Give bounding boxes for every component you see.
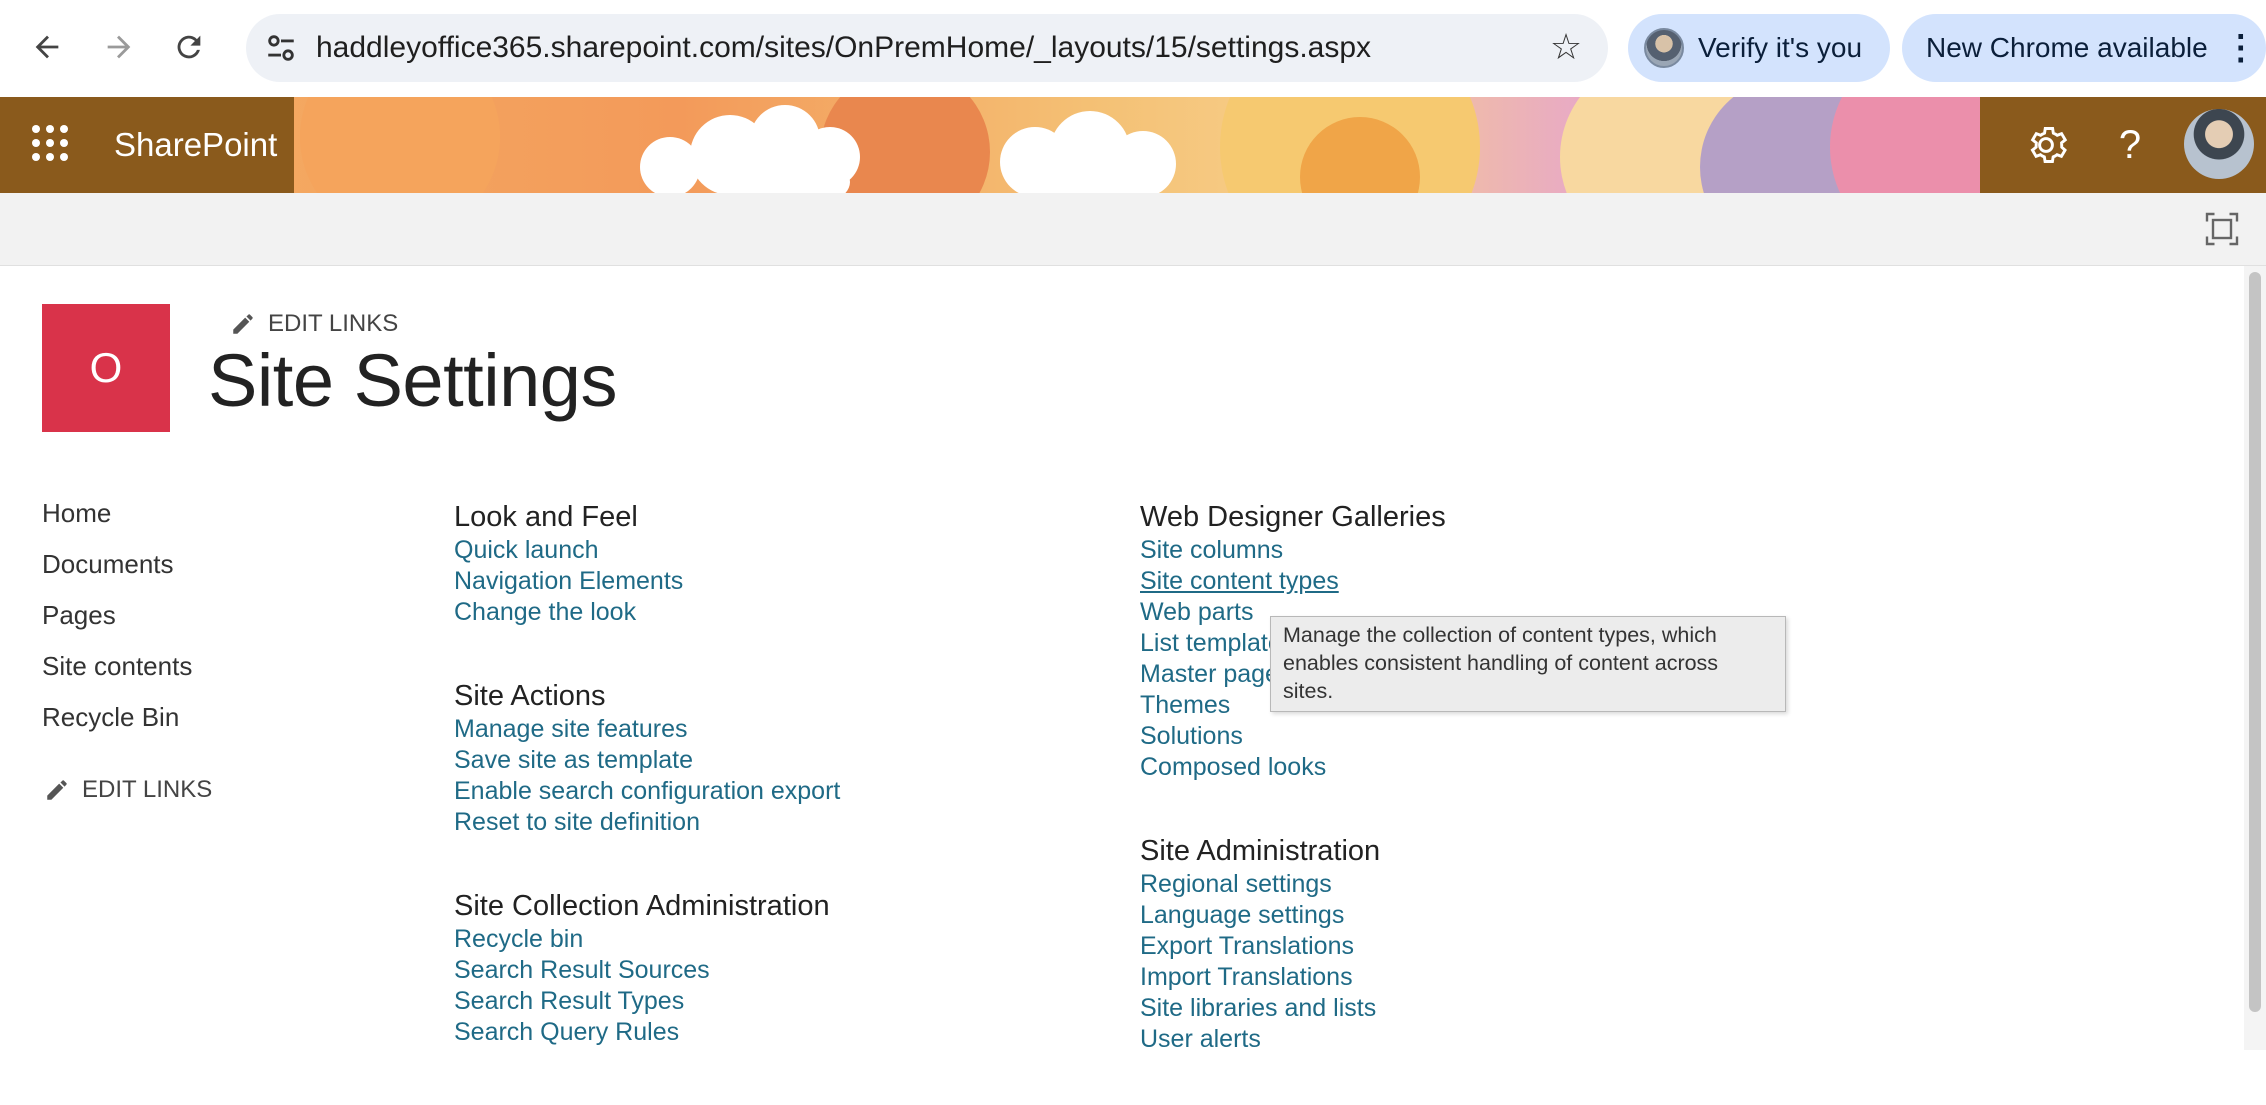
group-site-administration: Site Administration Regional settings La…	[1140, 833, 1446, 1055]
quick-launch: Home Documents Pages Site contents Recyc…	[42, 494, 192, 749]
group-look-and-feel: Look and Feel Quick launch Navigation El…	[454, 499, 840, 628]
help-icon[interactable]: ?	[2100, 97, 2160, 193]
edit-links-top-nav[interactable]: EDIT LINKS	[230, 306, 398, 342]
link-save-site-as-template[interactable]: Save site as template	[454, 745, 840, 776]
pencil-icon	[233, 314, 253, 334]
link-search-result-types[interactable]: Search Result Types	[454, 986, 840, 1017]
group-title: Site Collection Administration	[454, 890, 830, 922]
quicklaunch-item-home[interactable]: Home	[42, 494, 192, 545]
group-title: Look and Feel	[454, 501, 638, 533]
settings-column-left: Look and Feel Quick launch Navigation El…	[454, 499, 840, 1098]
group-title: Site Actions	[454, 680, 606, 712]
link-navigation-elements[interactable]: Navigation Elements	[454, 566, 840, 597]
link-solutions[interactable]: Solutions	[1140, 721, 1446, 752]
group-site-collection-admin: Site Collection Administration Recycle b…	[454, 888, 840, 1048]
group-title: Site Administration	[1140, 835, 1381, 867]
kebab-menu-icon[interactable]: ⋮	[2224, 31, 2258, 65]
quicklaunch-item-documents[interactable]: Documents	[42, 545, 192, 596]
browser-toolbar: haddleyoffice365.sharepoint.com/sites/On…	[0, 0, 2266, 98]
settings-column-right: Web Designer Galleries Site columns Site…	[1140, 499, 1446, 1105]
user-avatar[interactable]	[2184, 109, 2254, 179]
suite-actions: ?	[1980, 97, 2266, 193]
edit-links-label: EDIT LINKS	[268, 310, 399, 337]
sharepoint-brand-link[interactable]: SharePoint	[114, 97, 277, 193]
pencil-icon	[47, 780, 67, 800]
back-arrow-icon[interactable]	[22, 22, 72, 72]
quicklaunch-item-pages[interactable]: Pages	[42, 596, 192, 647]
quicklaunch-item-recycle-bin[interactable]: Recycle Bin	[42, 698, 192, 749]
link-composed-looks[interactable]: Composed looks	[1140, 752, 1446, 783]
edit-links-label: EDIT LINKS	[82, 776, 213, 803]
site-logo[interactable]: O	[42, 304, 170, 432]
tooltip: Manage the collection of content types, …	[1270, 616, 1786, 712]
url-text: haddleyoffice365.sharepoint.com/sites/On…	[316, 31, 1372, 64]
chrome-update-button[interactable]: New Chrome available ⋮	[1902, 14, 2266, 82]
page-title: Site Settings	[208, 339, 617, 422]
quicklaunch-item-site-contents[interactable]: Site contents	[42, 647, 192, 698]
verify-label: Verify it's you	[1698, 32, 1863, 63]
link-search-result-sources[interactable]: Search Result Sources	[454, 955, 840, 986]
link-manage-site-features[interactable]: Manage site features	[454, 714, 840, 745]
link-quick-launch[interactable]: Quick launch	[454, 535, 840, 566]
link-user-alerts[interactable]: User alerts	[1140, 1024, 1446, 1055]
link-site-content-types[interactable]: Site content types	[1140, 566, 1446, 597]
update-label: New Chrome available	[1926, 32, 2208, 63]
scrollbar-thumb[interactable]	[2249, 272, 2261, 1012]
app-launcher-icon[interactable]	[32, 125, 68, 161]
link-site-libraries-and-lists[interactable]: Site libraries and lists	[1140, 993, 1446, 1024]
gear-icon[interactable]	[2024, 123, 2068, 167]
suite-brand-area: SharePoint	[0, 97, 294, 193]
profile-avatar-icon	[1644, 28, 1684, 68]
link-export-translations[interactable]: Export Translations	[1140, 931, 1446, 962]
link-recycle-bin[interactable]: Recycle bin	[454, 924, 840, 955]
edit-links-quicklaunch[interactable]: EDIT LINKS	[44, 776, 212, 804]
page-scrollbar[interactable]	[2244, 266, 2266, 1050]
link-change-the-look[interactable]: Change the look	[454, 597, 840, 628]
group-title: Web Designer Galleries	[1140, 501, 1446, 533]
suite-bar: SharePoint ?	[0, 97, 2266, 193]
forward-arrow-icon[interactable]	[94, 22, 144, 72]
verify-identity-button[interactable]: Verify it's you	[1628, 14, 1890, 82]
theme-decoration	[300, 97, 500, 193]
reload-icon[interactable]	[164, 22, 214, 72]
group-site-actions: Site Actions Manage site features Save s…	[454, 678, 840, 838]
ribbon-bar	[0, 193, 2266, 266]
focus-on-content-icon[interactable]	[2204, 211, 2240, 247]
link-language-settings[interactable]: Language settings	[1140, 900, 1446, 931]
link-search-query-rules[interactable]: Search Query Rules	[454, 1017, 840, 1048]
address-bar[interactable]: haddleyoffice365.sharepoint.com/sites/On…	[246, 14, 1608, 82]
site-info-icon[interactable]	[264, 31, 298, 65]
link-reset-to-site-definition[interactable]: Reset to site definition	[454, 807, 840, 838]
link-enable-search-config-export[interactable]: Enable search configuration export	[454, 776, 840, 807]
link-import-translations[interactable]: Import Translations	[1140, 962, 1446, 993]
link-site-columns[interactable]: Site columns	[1140, 535, 1446, 566]
bookmark-star-icon[interactable]: ☆	[1544, 25, 1588, 69]
link-regional-settings[interactable]: Regional settings	[1140, 869, 1446, 900]
